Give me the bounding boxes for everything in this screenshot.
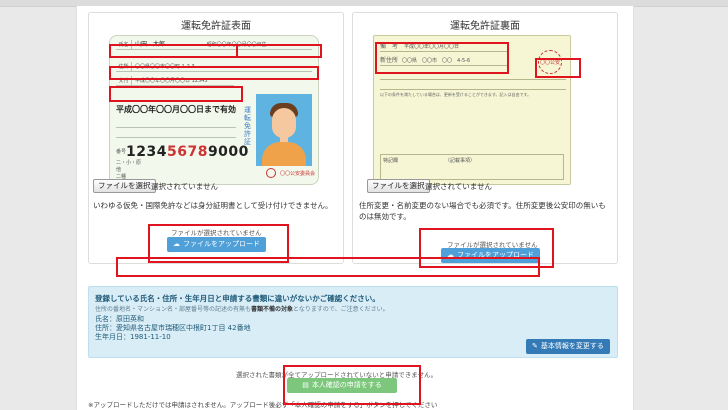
info-subtitle: 住所の番地名・マンション名・部屋番号等の記述の有無も書類不備の対象となりますので…	[95, 306, 389, 313]
highlight-back-address	[375, 42, 509, 74]
back-card-title: 運転免許証裏面	[450, 21, 520, 32]
highlight-front-birth	[236, 44, 322, 58]
highlight-apply	[283, 365, 421, 405]
back-bottom-box: 特記欄 （記載事項）	[380, 154, 564, 180]
change-basic-info-button[interactable]: ✎ 基本情報を変更する	[526, 339, 610, 354]
license-photo	[256, 94, 312, 166]
pencil-icon: ✎	[532, 342, 538, 350]
front-note: いわゆる仮免・国際免許などは身分証明書として受け付けできません。	[93, 201, 333, 210]
front-file-status: 選択されていません	[151, 182, 219, 191]
license-conditions	[116, 118, 236, 138]
license-class-lines: 二・小・原 他 二種	[116, 160, 142, 180]
highlight-front-address	[109, 66, 319, 80]
back-file-select-button[interactable]: ファイルを選択	[367, 179, 430, 193]
highlight-back-stamp	[535, 58, 581, 78]
license-valid-until: 平成〇〇年〇〇月〇〇日まで有効	[116, 105, 236, 114]
seal-icon	[266, 168, 276, 178]
back-file-status: 選択されていません	[425, 182, 493, 191]
license-number: 123456789000	[126, 144, 249, 160]
highlight-front-valid	[109, 86, 243, 102]
highlight-wide-bar	[116, 257, 540, 277]
registration-info-panel: 登録している氏名・住所・生年月日と申請する書類に違いがないかご確認ください。 住…	[88, 286, 618, 358]
license-vertical-title: 運転免許証	[244, 106, 251, 146]
highlight-front-name	[109, 44, 238, 58]
back-note: 住所変更・名前変更のない場合でも必須です。住所変更後公安印の無いものは無効です。	[359, 201, 606, 221]
license-authority: 〇〇公安委員会	[280, 171, 316, 177]
license-number-label: 番号	[116, 149, 127, 155]
front-card-title: 運転免許証表面	[181, 21, 251, 32]
front-file-select-button[interactable]: ファイルを選択	[93, 179, 156, 193]
back-empty-row-2	[380, 80, 566, 90]
back-notes: 以下の条件を満たしている場合は、更新を受けることができます。記入は自由です。	[380, 92, 532, 97]
info-title: 登録している氏名・住所・生年月日と申請する書類に違いがないかご確認ください。	[95, 294, 380, 303]
info-birthdate: 生年月日：1981-11-10	[95, 333, 171, 341]
